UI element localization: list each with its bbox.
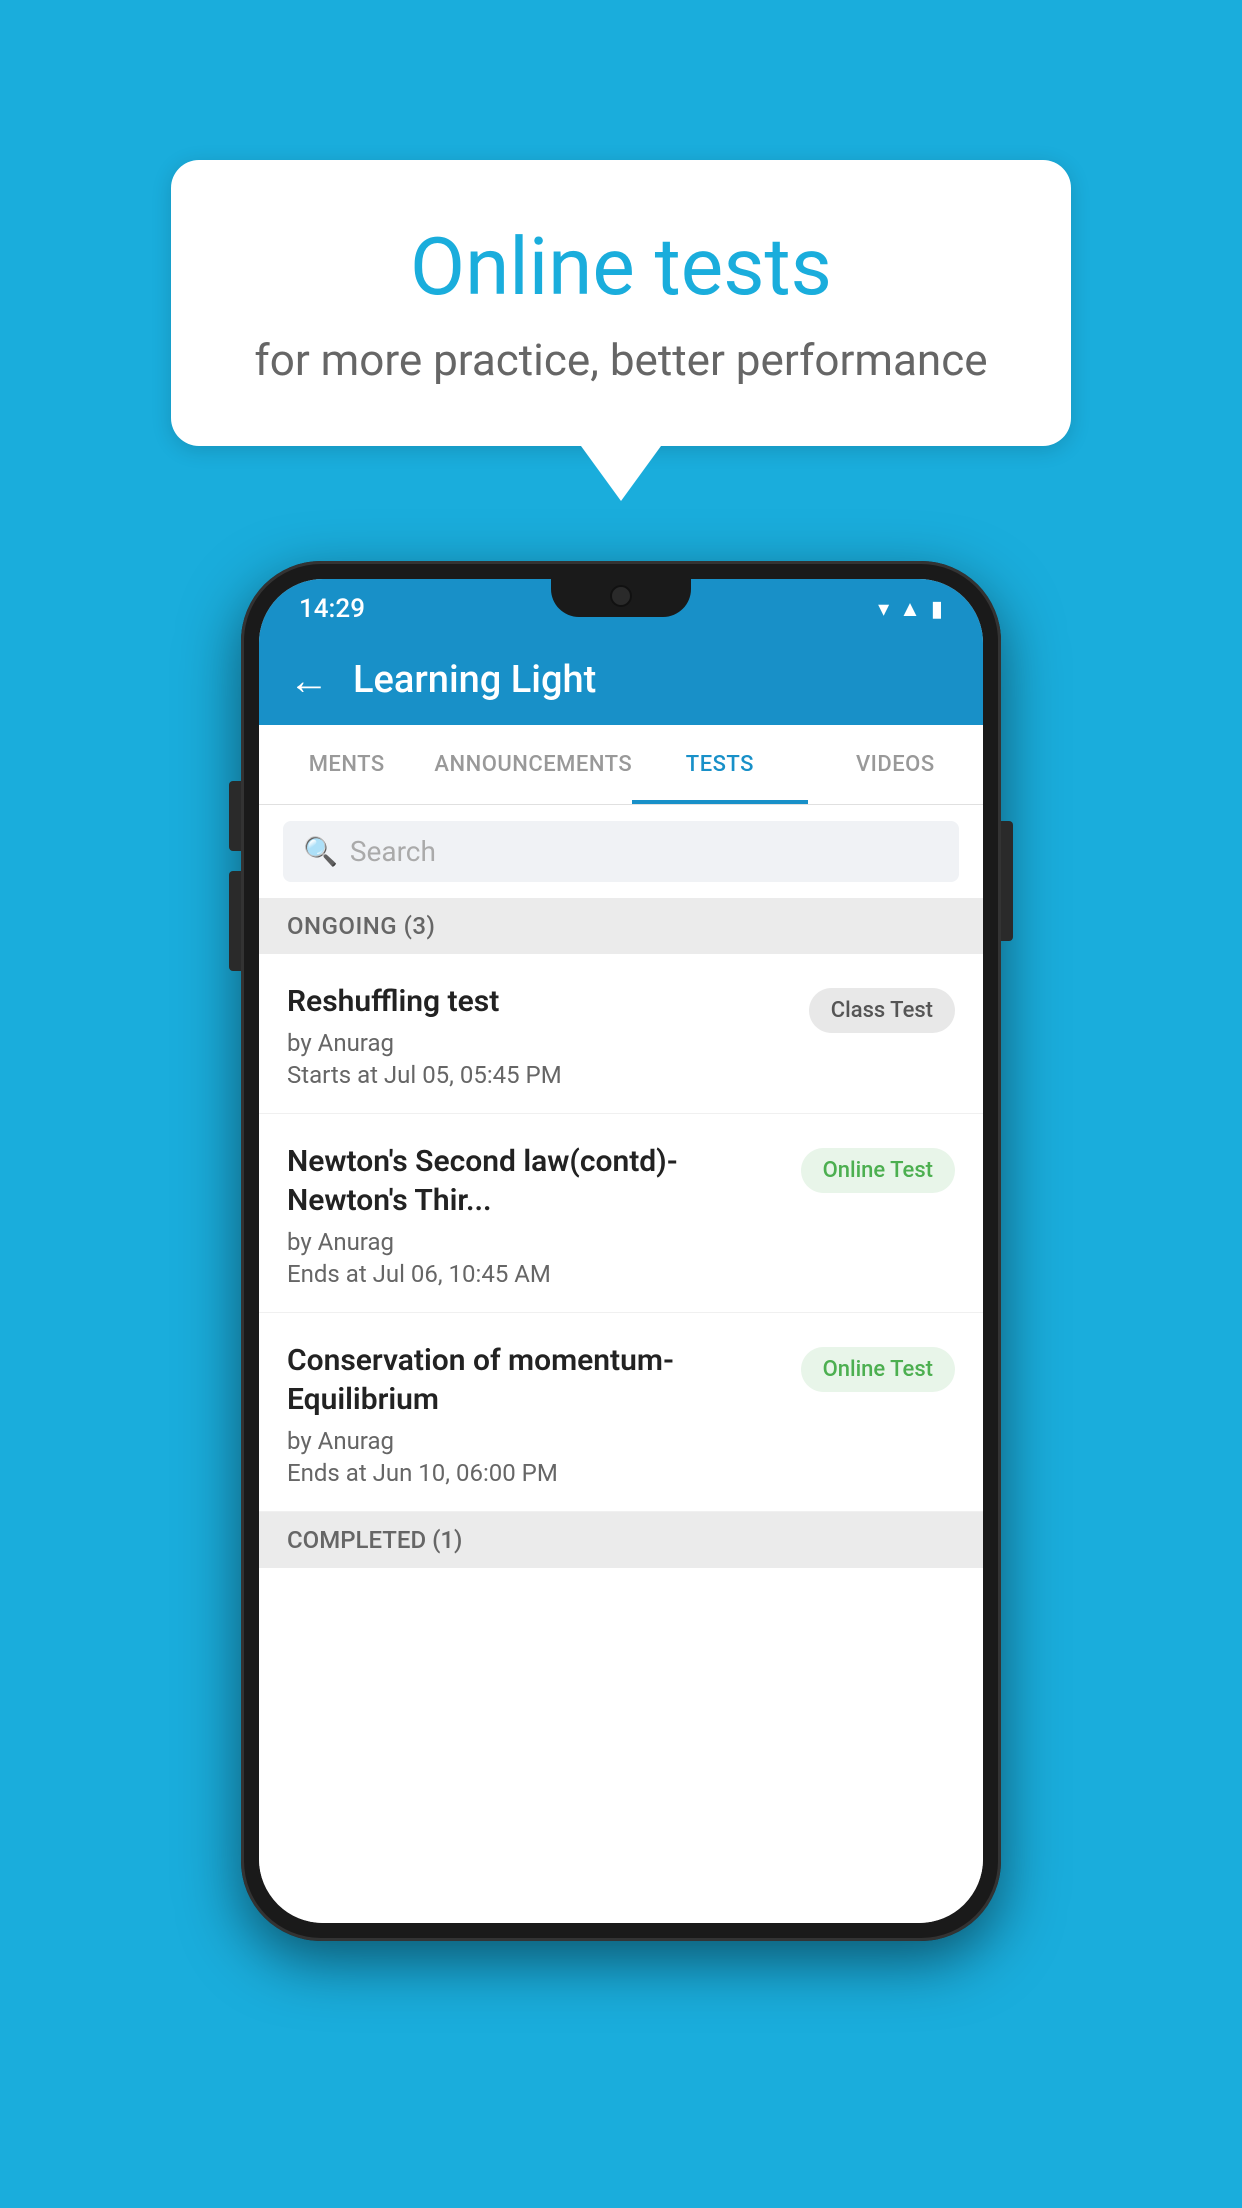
ongoing-label: ONGOING (3) [287,912,435,940]
badge-online-test-conservation: Online Test [801,1347,955,1392]
back-button[interactable]: ← [289,657,329,704]
app-header: ← Learning Light [259,635,983,725]
online-tests-subtitle: for more practice, better performance [251,334,991,386]
completed-label: COMPLETED (1) [287,1526,462,1554]
online-tests-title: Online tests [251,220,991,314]
search-icon: 🔍 [303,835,338,868]
phone-device: 14:29 ▾ ▲ ▮ ← Learning Light MENTS ANNOU… [241,561,1001,1941]
phone-screen: 14:29 ▾ ▲ ▮ ← Learning Light MENTS ANNOU… [259,579,983,1923]
tab-videos[interactable]: VIDEOS [808,725,983,804]
speech-bubble-arrow [581,446,661,501]
wifi-icon: ▾ [878,597,889,622]
badge-class-test: Class Test [809,988,955,1033]
test-time-conservation: Ends at Jun 10, 06:00 PM [287,1459,781,1487]
test-name-newtons: Newton's Second law(contd)-Newton's Thir… [287,1142,781,1220]
completed-section-header: COMPLETED (1) [259,1512,983,1568]
test-by-reshuffling: by Anurag [287,1029,789,1057]
speech-bubble: Online tests for more practice, better p… [171,160,1071,446]
power-button[interactable] [1001,821,1013,941]
search-input[interactable]: Search [350,835,436,868]
tabs-bar: MENTS ANNOUNCEMENTS TESTS VIDEOS [259,725,983,805]
test-info-newtons: Newton's Second law(contd)-Newton's Thir… [287,1142,781,1288]
test-item-reshuffling[interactable]: Reshuffling test by Anurag Starts at Jul… [259,954,983,1114]
test-list: Reshuffling test by Anurag Starts at Jul… [259,954,983,1923]
app-title: Learning Light [353,658,596,702]
tab-ments[interactable]: MENTS [259,725,434,804]
tab-tests[interactable]: TESTS [632,725,807,804]
test-name-reshuffling: Reshuffling test [287,982,789,1021]
test-info-reshuffling: Reshuffling test by Anurag Starts at Jul… [287,982,789,1089]
phone-notch [551,579,691,617]
search-bar[interactable]: 🔍 Search [283,821,959,882]
test-item-conservation[interactable]: Conservation of momentum-Equilibrium by … [259,1313,983,1512]
volume-up-button[interactable] [229,781,241,851]
status-time: 14:29 [299,594,365,624]
test-name-conservation: Conservation of momentum-Equilibrium [287,1341,781,1419]
signal-icon: ▲ [899,596,921,622]
test-time-newtons: Ends at Jul 06, 10:45 AM [287,1260,781,1288]
tab-announcements[interactable]: ANNOUNCEMENTS [434,725,632,804]
status-icons: ▾ ▲ ▮ [878,596,943,622]
test-by-conservation: by Anurag [287,1427,781,1455]
phone-wrapper: 14:29 ▾ ▲ ▮ ← Learning Light MENTS ANNOU… [241,561,1001,1941]
badge-online-test-newtons: Online Test [801,1148,955,1193]
battery-icon: ▮ [931,597,943,622]
search-container: 🔍 Search [259,805,983,898]
test-by-newtons: by Anurag [287,1228,781,1256]
ongoing-section-header: ONGOING (3) [259,898,983,954]
speech-bubble-container: Online tests for more practice, better p… [171,160,1071,501]
volume-down-button[interactable] [229,871,241,971]
test-time-reshuffling: Starts at Jul 05, 05:45 PM [287,1061,789,1089]
test-item-newtons[interactable]: Newton's Second law(contd)-Newton's Thir… [259,1114,983,1313]
phone-camera [610,585,632,607]
test-info-conservation: Conservation of momentum-Equilibrium by … [287,1341,781,1487]
